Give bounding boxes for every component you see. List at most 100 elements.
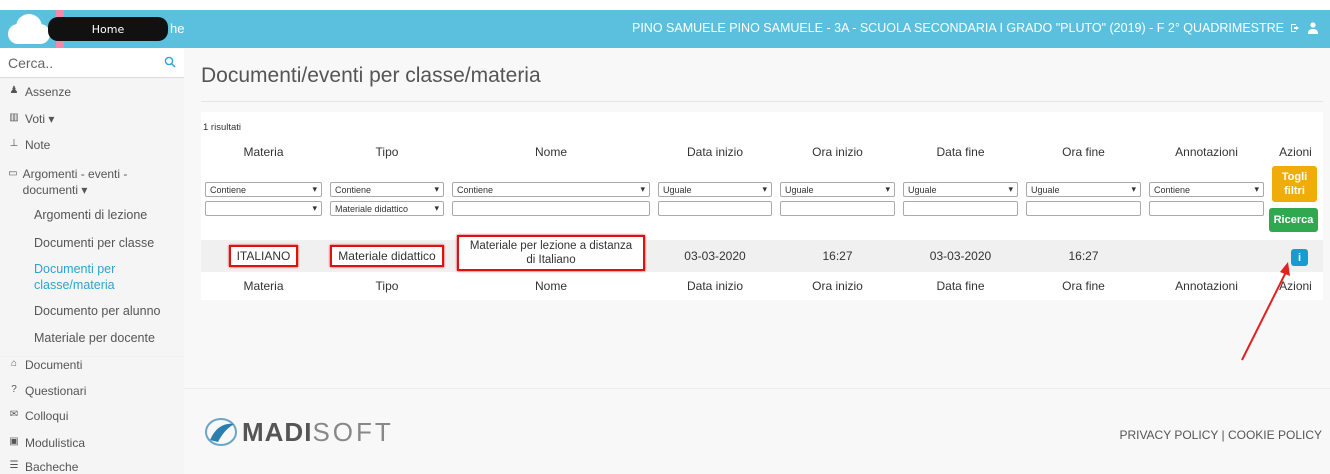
briefcase-icon: ▣ <box>9 436 19 447</box>
sidebar-item-label: Voti ▾ <box>25 112 55 126</box>
bacheche-label[interactable]: he <box>170 21 184 36</box>
sidebar-item-modulistica[interactable]: ▣ Modulistica <box>0 436 93 450</box>
sidebar-item-label: Colloqui <box>25 409 69 423</box>
filter-ora-fine-input[interactable] <box>1026 201 1141 216</box>
filter-materia-select[interactable]: Contiene ▾ <box>205 182 322 197</box>
cell-nome: Materiale per lezione a distanza di Ital… <box>457 235 645 271</box>
filter-ora-inizio-input[interactable] <box>780 201 895 216</box>
filter-nome-select[interactable]: Contiene ▾ <box>452 182 650 197</box>
col-data-fine[interactable]: Data fine <box>899 140 1022 164</box>
col-tipo[interactable]: Tipo <box>326 140 448 164</box>
footer-links: PRIVACY POLICY | COOKIE POLICY <box>1119 428 1322 442</box>
col-data-inizio[interactable]: Data inizio <box>654 140 776 164</box>
filter-tipo-select[interactable]: Contiene ▾ <box>330 182 444 197</box>
filter-row: Contiene ▾ Contiene ▾ Contiene ▾ Uguale ▾ Ug… <box>201 182 1323 197</box>
sidebar: Cerca.. ♟ Assenze ▥ Voti ▾ ⊥ Note ▭ Argo… <box>0 48 184 474</box>
col-tipo-footer: Tipo <box>375 279 399 293</box>
col-ora-fine-footer: Ora fine <box>1062 279 1105 293</box>
results-count: 1 risultati <box>203 122 242 133</box>
sidebar-subitem-label: Documenti per classe/materia <box>34 262 116 292</box>
logo-bold-text: MADI <box>242 416 313 447</box>
col-ora-fine[interactable]: Ora fine <box>1022 140 1145 164</box>
footer-separator: | <box>1221 428 1225 442</box>
user-icon[interactable] <box>1308 22 1318 34</box>
cell-materia: ITALIANO <box>228 245 299 267</box>
cell-data-inizio: 03-03-2020 <box>684 249 746 263</box>
sidebar-item-note[interactable]: ⊥ Note <box>0 138 58 152</box>
search-icon[interactable] <box>164 56 176 68</box>
sidebar-item-documenti[interactable]: ⌂ Documenti <box>0 358 90 372</box>
sidebar-subitem-documento-alunno[interactable]: Documento per alunno <box>0 304 160 318</box>
filter-annotazioni-input[interactable] <box>1149 201 1264 216</box>
col-ora-inizio-footer: Ora inizio <box>812 279 863 293</box>
search-input[interactable]: Cerca.. <box>8 55 53 71</box>
user-icon: ♟ <box>9 85 19 96</box>
sidebar-item-label: Documenti <box>25 358 83 372</box>
home-tooltip: Home <box>48 17 168 41</box>
filter-tipo-value[interactable]: Materiale didattico ▾ <box>330 201 444 216</box>
col-ora-inizio[interactable]: Ora inizio <box>776 140 899 164</box>
sidebar-subitem-argomenti-lezione[interactable]: Argomenti di lezione <box>0 208 147 222</box>
graduation-cap-icon: ⌂ <box>10 358 18 369</box>
cell-ora-inizio: 16:27 <box>822 249 853 263</box>
question-icon: ? <box>11 384 17 395</box>
sidebar-item-label: Modulistica <box>25 436 86 450</box>
filter-ora-fine-select[interactable]: Uguale ▾ <box>1026 182 1141 197</box>
sidebar-subitem-materiale-docente[interactable]: Materiale per docente <box>0 331 155 345</box>
sidebar-item-questionari[interactable]: ? Questionari <box>0 384 94 398</box>
col-nome[interactable]: Nome <box>448 140 654 164</box>
sidebar-subitem-label: Documenti per classe <box>34 236 155 250</box>
sidebar-item-argomenti[interactable]: ▭ Argomenti - eventi - documenti ▾ <box>0 166 170 198</box>
filter-data-inizio-select[interactable]: Uguale ▾ <box>658 182 772 197</box>
ricerca-button[interactable]: Ricerca <box>1269 208 1318 232</box>
sidebar-item-label: Argomenti - eventi - documenti ▾ <box>22 167 128 197</box>
filter-data-inizio-input[interactable] <box>658 201 772 216</box>
privacy-policy-link[interactable]: PRIVACY POLICY <box>1119 428 1218 442</box>
footer-divider <box>184 388 1330 389</box>
cloud-logo-icon[interactable] <box>8 14 50 44</box>
madisoft-logo: MADISOFT <box>204 416 394 448</box>
sidebar-item-label: Questionari <box>25 384 87 398</box>
cell-tipo: Materiale didattico <box>330 245 444 267</box>
filter-data-fine-input[interactable] <box>903 201 1018 216</box>
comments-icon: ✉ <box>9 409 19 420</box>
col-annotazioni[interactable]: Annotazioni <box>1145 140 1268 164</box>
sidebar-divider <box>0 356 184 357</box>
sidebar-item-bacheche[interactable]: ☰ Bacheche <box>0 460 86 474</box>
filter-nome-input[interactable] <box>452 201 650 216</box>
sidebar-item-label: Bacheche <box>25 460 79 474</box>
togli-filtri-button[interactable]: Togli filtri <box>1272 166 1317 202</box>
sidebar-item-voti[interactable]: ▥ Voti ▾ <box>0 112 62 126</box>
bank-icon: ▥ <box>9 112 19 123</box>
filter-input-row: ▾ Materiale didattico ▾ <box>201 201 1323 216</box>
search-box[interactable]: Cerca.. <box>0 48 184 78</box>
madisoft-logo-icon <box>205 418 237 446</box>
cookie-policy-link[interactable]: COOKIE POLICY <box>1228 428 1322 442</box>
sidebar-subitem-label: Materiale per docente <box>34 331 155 345</box>
title-divider <box>201 101 1323 102</box>
col-data-inizio-footer: Data inizio <box>686 279 744 293</box>
sidebar-subitem-documenti-classe-materia[interactable]: Documenti per classe/materia <box>0 261 150 293</box>
cell-ora-fine: 16:27 <box>1068 249 1099 263</box>
col-azioni: Azioni <box>1279 145 1312 159</box>
table-row[interactable]: ITALIANO Materiale didattico Materiale p… <box>201 235 1323 272</box>
red-arrow-annotation <box>1241 262 1290 361</box>
col-nome-footer: Nome <box>534 279 567 293</box>
filter-materia-value[interactable]: ▾ <box>205 201 322 216</box>
sidebar-item-colloqui[interactable]: ✉ Colloqui <box>0 409 76 423</box>
filter-data-fine-select[interactable]: Uguale ▾ <box>903 182 1018 197</box>
main-content: Documenti/eventi per classe/materia 1 ri… <box>184 48 1330 474</box>
sidebar-item-label: Assenze <box>25 85 72 99</box>
sidebar-subitem-label: Documento per alunno <box>34 304 161 318</box>
col-materia-footer: Materia <box>243 279 284 293</box>
filter-ora-inizio-select[interactable]: Uguale ▾ <box>780 182 895 197</box>
sign-out-icon[interactable] <box>1290 22 1302 34</box>
col-data-fine-footer: Data fine <box>936 279 985 293</box>
col-materia[interactable]: Materia <box>201 140 326 164</box>
filter-annotazioni-select[interactable]: Contiene ▾ <box>1149 182 1264 197</box>
sidebar-item-label: Note <box>25 138 51 152</box>
cell-data-fine: 03-03-2020 <box>929 249 992 263</box>
sidebar-subitem-documenti-classe[interactable]: Documenti per classe <box>0 236 154 250</box>
sidebar-item-assenze[interactable]: ♟ Assenze <box>0 85 79 99</box>
user-info-text: PINO SAMUELE PINO SAMUELE - 3A - SCUOLA … <box>632 21 1284 35</box>
